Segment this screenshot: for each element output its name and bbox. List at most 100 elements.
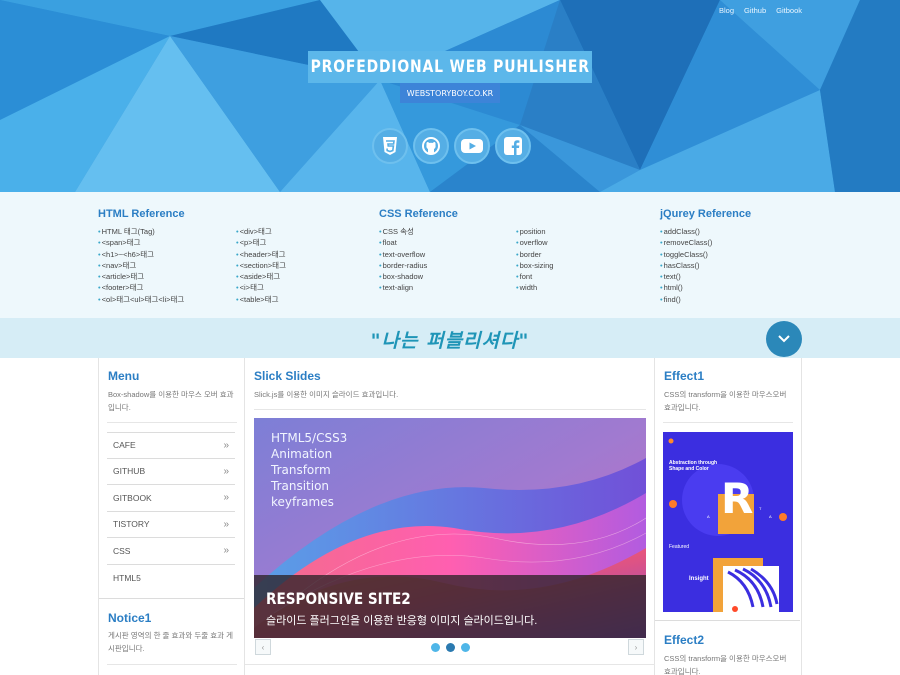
slide-line: Transition <box>271 479 330 493</box>
ref-link[interactable]: <span>태그 <box>98 237 185 248</box>
ref-link[interactable]: html() <box>660 282 751 293</box>
menu-item-cafe[interactable]: CAFE » <box>107 432 235 459</box>
effect2-desc: CSS의 transform을 이용한 마우스오버 효과입니다. <box>664 654 787 675</box>
ref-link[interactable]: <header>태그 <box>236 249 286 260</box>
divider <box>655 620 800 621</box>
slider-dots <box>431 643 470 652</box>
ref-link[interactable]: box-shadow <box>379 271 458 282</box>
divider <box>663 422 793 423</box>
double-chevron-right-icon: » <box>223 545 229 557</box>
top-nav: Blog Github Gitbook <box>719 6 802 15</box>
slider-next-button[interactable]: › <box>628 639 644 655</box>
youtube-icon <box>461 139 483 153</box>
right-column: Effect1 CSS의 transform을 이용한 마우스오버 효과입니다.… <box>655 358 802 675</box>
divider <box>107 422 237 423</box>
ref-link[interactable]: width <box>516 282 553 293</box>
ref-link[interactable]: <article>태그 <box>98 271 185 282</box>
double-chevron-right-icon: » <box>223 492 229 504</box>
header: Blog Github Gitbook PROFEDDIONAL WEB PUH… <box>0 0 900 192</box>
ref-link[interactable]: <table>태그 <box>236 294 286 305</box>
menu-item-tistory[interactable]: TISTORY » <box>107 512 235 538</box>
image-slider[interactable]: HTML5/CSS3 Animation Transform Transitio… <box>254 418 646 638</box>
css3-link[interactable] <box>372 128 408 164</box>
ref-link[interactable]: <i>태그 <box>236 282 286 293</box>
double-chevron-right-icon: » <box>223 465 229 477</box>
ref-link[interactable]: float <box>379 237 458 248</box>
ref-link[interactable]: toggleClass() <box>660 249 751 260</box>
poster-letter: A <box>707 514 710 519</box>
menu-item-gitbook[interactable]: GITBOOK » <box>107 485 235 512</box>
github-link[interactable] <box>413 128 449 164</box>
ref-link[interactable]: HTML 태그(Tag) <box>98 226 185 237</box>
slider-prev-button[interactable]: ‹ <box>255 639 271 655</box>
ref-link[interactable]: <h1>~<h6>태그 <box>98 249 185 260</box>
github-icon <box>422 137 440 155</box>
menu-item-css[interactable]: CSS » <box>107 538 235 565</box>
ref-link[interactable]: <aside>태그 <box>236 271 286 282</box>
ref-link[interactable]: border <box>516 249 553 260</box>
ref-link[interactable]: position <box>516 226 553 237</box>
nav-link-gitbook[interactable]: Gitbook <box>776 6 802 15</box>
effect1-title: Effect1 <box>664 369 705 383</box>
ref-link[interactable]: <nav>태그 <box>98 260 185 271</box>
ref-link[interactable]: removeClass() <box>660 237 751 248</box>
ref-link[interactable]: CSS 속성 <box>379 226 458 237</box>
chevron-down-icon <box>778 335 790 343</box>
css-reference-title[interactable]: CSS Reference <box>379 208 458 221</box>
slide-line: Transform <box>271 463 331 477</box>
effect1-desc: CSS의 transform을 이용한 마우스오버 효과입니다. <box>664 390 787 412</box>
double-chevron-right-icon: » <box>223 439 229 451</box>
site-title-box: PROFEDDIONAL WEB PUHLISHER <box>308 51 592 83</box>
youtube-link[interactable] <box>454 128 490 164</box>
html-reference-list-2: <div>태그 <p>태그 <header>태그 <section>태그 <as… <box>236 226 286 305</box>
left-column: Menu Box-shadow를 이용한 마우스 오버 효과입니다. CAFE … <box>98 358 245 675</box>
slider-dot-1[interactable] <box>431 643 440 652</box>
site-subtitle-box[interactable]: WEBSTORYBOY.CO.KR <box>400 83 500 103</box>
ref-link[interactable]: text-align <box>379 282 458 293</box>
nav-link-github[interactable]: Github <box>744 6 766 15</box>
ref-link[interactable]: find() <box>660 294 751 305</box>
menu-item-label: HTML5 <box>113 572 141 583</box>
facebook-link[interactable] <box>495 128 531 164</box>
caption-desc: 슬라이드 플러그인을 이용한 반응형 이미지 슬라이드입니다. <box>266 615 538 627</box>
site-title: PROFEDDIONAL WEB PUHLISHER <box>310 57 590 77</box>
slide-line: Animation <box>271 447 333 461</box>
jquery-reference-title[interactable]: jQurey Reference <box>660 208 751 221</box>
ref-link[interactable]: box-sizing <box>516 260 554 271</box>
poster-letter-r: R <box>721 474 754 523</box>
ref-link[interactable]: border-radius <box>379 260 458 271</box>
slider-dot-3[interactable] <box>461 643 470 652</box>
slider-dot-2[interactable] <box>446 643 455 652</box>
caption-title: RESPONSIVE SITE2 <box>266 589 411 608</box>
menu-item-github[interactable]: GITHUB » <box>107 459 235 485</box>
ref-link[interactable]: <div>태그 <box>236 226 286 237</box>
ref-link[interactable]: <ol>태그<ul>태그<li>태그 <box>98 294 185 305</box>
ref-link[interactable]: font <box>516 271 553 282</box>
divider <box>99 598 244 599</box>
ref-link[interactable]: text-overflow <box>379 249 458 260</box>
slide-text: HTML5/CSS3 Animation Transform Transitio… <box>271 430 347 510</box>
poster-letter: T <box>759 506 762 511</box>
ref-link[interactable]: text() <box>660 271 751 282</box>
effect1-image[interactable]: Abstraction through Shape and Color R A … <box>663 432 793 612</box>
menu-item-html5[interactable]: HTML5 <box>107 565 235 592</box>
nav-link-blog[interactable]: Blog <box>719 6 734 15</box>
slick-title: Slick Slides <box>254 369 321 383</box>
reference-section: HTML Reference HTML 태그(Tag) <span>태그 <h1… <box>0 192 900 318</box>
ref-link[interactable]: <p>태그 <box>236 237 286 248</box>
ref-link[interactable]: hasClass() <box>660 260 751 271</box>
slide-caption: RESPONSIVE SITE2 슬라이드 플러그인을 이용한 반응형 이미지 … <box>254 575 646 638</box>
ref-link[interactable]: <footer>태그 <box>98 282 185 293</box>
ref-link[interactable]: <section>태그 <box>236 260 286 271</box>
css-reference: CSS Reference CSS 속성 float text-overflow… <box>379 208 458 294</box>
notice-title: Notice1 <box>108 611 152 625</box>
slide-line: keyframes <box>271 495 334 509</box>
menu-list: CAFE » GITHUB » GITBOOK » TISTORY » CSS … <box>107 432 235 591</box>
css-reference-list-2: position overflow border box-sizing font… <box>516 226 554 294</box>
scroll-down-button[interactable] <box>766 321 802 357</box>
jquery-reference-list: addClass() removeClass() toggleClass() h… <box>660 226 751 305</box>
ref-link[interactable]: overflow <box>516 237 553 248</box>
html-reference-title[interactable]: HTML Reference <box>98 208 185 221</box>
ref-link[interactable]: addClass() <box>660 226 751 237</box>
menu-item-label: CAFE <box>113 440 136 451</box>
